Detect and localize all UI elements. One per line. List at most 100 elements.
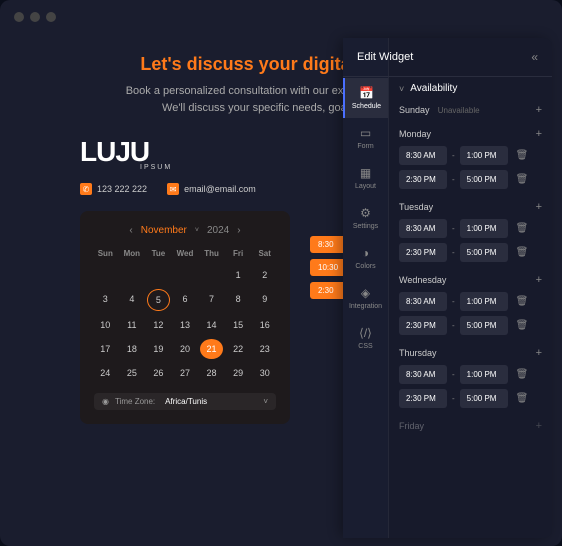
next-month[interactable]: › <box>237 225 240 236</box>
calendar-day[interactable]: 17 <box>94 339 117 359</box>
window-controls <box>0 0 562 34</box>
max-dot[interactable] <box>46 12 56 22</box>
start-time[interactable]: 8:30 AM <box>399 365 447 384</box>
calendar-day[interactable]: 8 <box>227 289 250 311</box>
add-slot[interactable]: + <box>536 128 542 140</box>
calendar-day[interactable]: 24 <box>94 363 117 383</box>
add-slot[interactable]: + <box>536 420 542 432</box>
calendar-header: ‹ November ˅ 2024 › <box>94 225 276 236</box>
end-time[interactable]: 1:00 PM <box>460 219 508 238</box>
tz-value: Africa/Tunis <box>165 397 207 406</box>
calendar-day[interactable]: 13 <box>174 315 197 335</box>
email-contact[interactable]: ✉ email@email.com <box>167 183 256 195</box>
collapse-icon[interactable]: « <box>531 50 538 64</box>
end-time[interactable]: 5:00 PM <box>460 243 508 262</box>
add-slot[interactable]: + <box>536 201 542 213</box>
calendar-day[interactable]: 23 <box>253 339 276 359</box>
trash-icon[interactable]: 🗑 <box>516 223 529 234</box>
calendar-day[interactable]: 9 <box>253 289 276 311</box>
day-block: Tuesday+8:30 AM-1:00 PM🗑2:30 PM-5:00 PM🗑 <box>399 201 542 262</box>
add-slot[interactable]: + <box>536 274 542 286</box>
close-dot[interactable] <box>14 12 24 22</box>
trash-icon[interactable]: 🗑 <box>516 393 529 404</box>
panel-title: Edit Widget <box>357 51 413 63</box>
tab-form[interactable]: ▭Form <box>343 118 388 158</box>
calendar-day[interactable]: 5 <box>147 289 170 311</box>
calendar-day[interactable]: 3 <box>94 289 117 311</box>
start-time[interactable]: 2:30 PM <box>399 316 447 335</box>
prev-month[interactable]: ‹ <box>129 225 132 236</box>
calendar-day[interactable]: 21 <box>200 339 223 359</box>
calendar-day[interactable]: 2 <box>253 265 276 285</box>
time-pill[interactable]: 10:30 <box>310 259 346 276</box>
calendar-day[interactable]: 14 <box>200 315 223 335</box>
edit-panel: Edit Widget « 📅Schedule▭Form▦Layout⚙Sett… <box>343 38 552 538</box>
calendar-day[interactable]: 6 <box>174 289 197 311</box>
day-block: Wednesday+8:30 AM-1:00 PM🗑2:30 PM-5:00 P… <box>399 274 542 335</box>
end-time[interactable]: 5:00 PM <box>460 389 508 408</box>
end-time[interactable]: 1:00 PM <box>460 146 508 165</box>
timezone-select[interactable]: ◉ Time Zone: Africa/Tunis ˅ <box>94 393 276 410</box>
min-dot[interactable] <box>30 12 40 22</box>
tab-schedule[interactable]: 📅Schedule <box>343 78 388 118</box>
calendar-day <box>121 265 144 285</box>
calendar-day[interactable]: 20 <box>174 339 197 359</box>
cal-month[interactable]: November <box>141 225 187 236</box>
tab-label: Settings <box>353 223 378 230</box>
calendar-day[interactable]: 10 <box>94 315 117 335</box>
calendar-day[interactable]: 25 <box>121 363 144 383</box>
schedule-icon: 📅 <box>359 86 374 100</box>
phone-contact[interactable]: ✆ 123 222 222 <box>80 183 147 195</box>
start-time[interactable]: 8:30 AM <box>399 146 447 165</box>
calendar-day[interactable]: 26 <box>147 363 170 383</box>
end-time[interactable]: 5:00 PM <box>460 170 508 189</box>
calendar-day[interactable]: 22 <box>227 339 250 359</box>
calendar-day[interactable]: 18 <box>121 339 144 359</box>
start-time[interactable]: 8:30 AM <box>399 292 447 311</box>
tab-css[interactable]: ⟨/⟩CSS <box>343 318 388 358</box>
trash-icon[interactable]: 🗑 <box>516 320 529 331</box>
end-time[interactable]: 5:00 PM <box>460 316 508 335</box>
trash-icon[interactable]: 🗑 <box>516 150 529 161</box>
tab-label: Form <box>357 143 373 150</box>
tab-integration[interactable]: ◈Integration <box>343 278 388 318</box>
section-availability[interactable]: ˅ Availability <box>399 83 542 94</box>
start-time[interactable]: 2:30 PM <box>399 389 447 408</box>
trash-icon[interactable]: 🗑 <box>516 296 529 307</box>
calendar-day[interactable]: 16 <box>253 315 276 335</box>
calendar-day[interactable]: 29 <box>227 363 250 383</box>
dash: - <box>452 321 455 330</box>
start-time[interactable]: 2:30 PM <box>399 243 447 262</box>
calendar-day[interactable]: 15 <box>227 315 250 335</box>
time-pill[interactable]: 8:30 <box>310 236 346 253</box>
calendar-day <box>174 265 197 285</box>
calendar-day[interactable]: 30 <box>253 363 276 383</box>
calendar-day[interactable]: 12 <box>147 315 170 335</box>
day-name: Friday <box>399 421 424 431</box>
calendar-day[interactable]: 11 <box>121 315 144 335</box>
trash-icon[interactable]: 🗑 <box>516 174 529 185</box>
trash-icon[interactable]: 🗑 <box>516 247 529 258</box>
calendar-day[interactable]: 1 <box>227 265 250 285</box>
calendar-day[interactable]: 27 <box>174 363 197 383</box>
month-chevron[interactable]: ˅ <box>195 227 199 234</box>
calendar-day <box>94 265 117 285</box>
calendar-day[interactable]: 4 <box>121 289 144 311</box>
calendar-day[interactable]: 28 <box>200 363 223 383</box>
calendar-day[interactable]: 7 <box>200 289 223 311</box>
end-time[interactable]: 1:00 PM <box>460 292 508 311</box>
tab-colors[interactable]: ◑Colors <box>343 238 388 278</box>
tab-layout[interactable]: ▦Layout <box>343 158 388 198</box>
add-slot[interactable]: + <box>536 104 542 116</box>
tz-label: Time Zone: <box>115 397 155 406</box>
dash: - <box>452 224 455 233</box>
end-time[interactable]: 1:00 PM <box>460 365 508 384</box>
start-time[interactable]: 2:30 PM <box>399 170 447 189</box>
calendar-day[interactable]: 19 <box>147 339 170 359</box>
time-pill[interactable]: 2:30 <box>310 282 346 299</box>
add-slot[interactable]: + <box>536 347 542 359</box>
integration-icon: ◈ <box>361 286 370 300</box>
start-time[interactable]: 8:30 AM <box>399 219 447 238</box>
tab-settings[interactable]: ⚙Settings <box>343 198 388 238</box>
trash-icon[interactable]: 🗑 <box>516 369 529 380</box>
